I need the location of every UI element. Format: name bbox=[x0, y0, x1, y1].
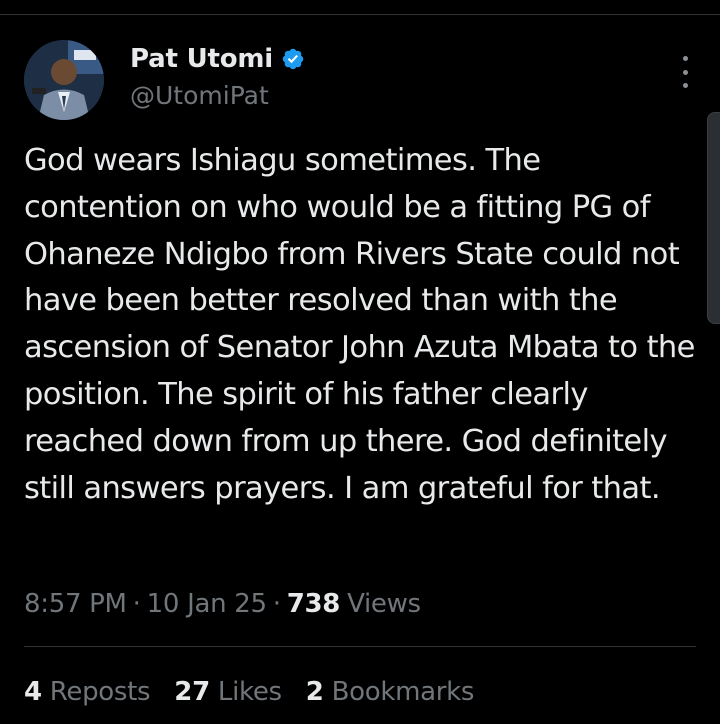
likes-stat[interactable]: 27 Likes bbox=[174, 677, 282, 707]
tweet-text: God wears Ishiagu sometimes. The content… bbox=[24, 143, 695, 506]
author-handle[interactable]: @UtomiPat bbox=[130, 78, 305, 114]
profile-photo bbox=[24, 40, 104, 120]
verified-badge-icon bbox=[281, 47, 305, 71]
more-vertical-icon bbox=[682, 56, 688, 61]
more-options-button[interactable] bbox=[680, 56, 690, 88]
bookmarks-label: Bookmarks bbox=[331, 677, 475, 707]
stats-divider bbox=[24, 646, 696, 647]
views-count: 738 bbox=[286, 589, 341, 619]
meta-separator: · bbox=[272, 589, 281, 619]
author-block: Pat Utomi @UtomiPat bbox=[130, 40, 305, 114]
tweet-meta: 8:57 PM · 10 Jan 25 · 738 Views bbox=[24, 584, 421, 624]
bookmarks-stat[interactable]: 2 Bookmarks bbox=[305, 677, 475, 707]
name-row: Pat Utomi bbox=[130, 40, 305, 78]
author-display-name[interactable]: Pat Utomi bbox=[130, 44, 273, 74]
engagement-stats: 4 Reposts 27 Likes 2 Bookmarks bbox=[24, 672, 498, 712]
tweet-date[interactable]: 10 Jan 25 bbox=[147, 589, 267, 619]
scrollbar-thumb[interactable] bbox=[707, 112, 720, 324]
bookmarks-count: 2 bbox=[305, 677, 324, 707]
top-divider bbox=[0, 14, 720, 15]
reposts-label: Reposts bbox=[49, 677, 151, 707]
views-label: Views bbox=[347, 589, 421, 619]
meta-separator: · bbox=[132, 589, 141, 619]
reposts-stat[interactable]: 4 Reposts bbox=[24, 677, 151, 707]
reposts-count: 4 bbox=[24, 677, 42, 707]
avatar[interactable] bbox=[24, 40, 104, 120]
likes-count: 27 bbox=[174, 677, 210, 707]
likes-label: Likes bbox=[217, 677, 282, 707]
tweet-time[interactable]: 8:57 PM bbox=[24, 589, 127, 619]
